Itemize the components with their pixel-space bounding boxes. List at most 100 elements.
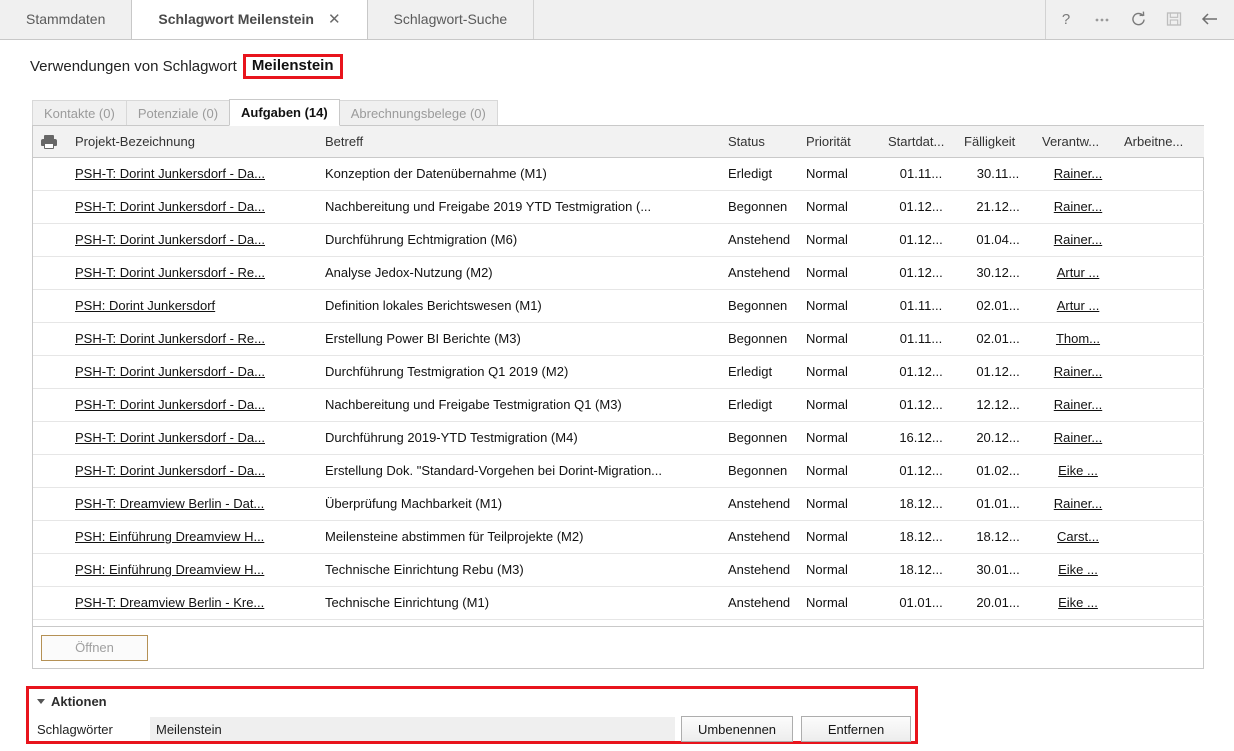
cell-projekt[interactable]: PSH-T: Dorint Junkersdorf - Da...	[65, 388, 315, 422]
cell-projekt[interactable]: PSH-T: Dorint Junkersdorf - Da...	[65, 223, 315, 257]
cell-verantwortlicher[interactable]: Carst...	[1032, 520, 1114, 554]
cell-projekt-link[interactable]: PSH-T: Dorint Junkersdorf - Da...	[75, 364, 265, 379]
cell-projekt-link[interactable]: PSH-T: Dorint Junkersdorf - Da...	[75, 463, 265, 478]
save-icon[interactable]	[1164, 9, 1184, 29]
cell-projekt[interactable]: PSH-T: Dorint Junkersdorf - Re...	[65, 256, 315, 290]
table-row[interactable]: PSH-T: Dorint Junkersdorf - Da... Durchfü…	[33, 355, 1204, 389]
cell-projekt-link[interactable]: PSH-T: Dorint Junkersdorf - Re...	[75, 331, 265, 346]
cell-verantwortlicher-link[interactable]: Carst...	[1057, 529, 1099, 544]
column-header-betreff[interactable]: Betreff	[315, 126, 718, 158]
cell-projekt-link[interactable]: PSH-T: Dreamview Berlin - Dat...	[75, 496, 264, 511]
cell-verantwortlicher-link[interactable]: Rainer...	[1054, 397, 1102, 412]
subtab-kontakte[interactable]: Kontakte (0)	[32, 100, 127, 126]
more-options-icon[interactable]	[1092, 9, 1112, 29]
cell-projekt-link[interactable]: PSH: Einführung Dreamview H...	[75, 529, 264, 544]
table-row[interactable]: PSH-T: Dreamview Berlin - Dat... Überprüf…	[33, 487, 1204, 521]
table-row[interactable]: PSH-T: Dorint Junkersdorf - Re... Erstell…	[33, 322, 1204, 356]
subtab-abrechnungsbelege[interactable]: Abrechnungsbelege (0)	[338, 100, 498, 126]
cell-verantwortlicher[interactable]: Artur ...	[1032, 289, 1114, 323]
cell-projekt[interactable]: PSH-T: Dorint Junkersdorf - Da...	[65, 454, 315, 488]
tab-stammdaten[interactable]: Stammdaten	[0, 0, 133, 39]
column-header-projekt[interactable]: Projekt-Bezeichnung	[65, 126, 315, 158]
back-arrow-icon[interactable]	[1200, 9, 1220, 29]
cell-verantwortlicher[interactable]: Thom...	[1032, 322, 1114, 356]
table-row[interactable]: PSH: Dorint Junkersdorf Definition lokale…	[33, 289, 1204, 323]
tab-schlagwort-meilenstein[interactable]: Schlagwort Meilenstein ✕	[131, 0, 368, 39]
table-row[interactable]: PSH-T: Dorint Junkersdorf - Da... Nachber…	[33, 388, 1204, 422]
table-row[interactable]: PSH: Einführung Dreamview H... Technische…	[33, 553, 1204, 587]
column-header-prioritaet[interactable]: Priorität	[796, 126, 878, 158]
rename-button[interactable]: Umbenennen	[681, 716, 793, 742]
cell-projekt-link[interactable]: PSH-T: Dorint Junkersdorf - Da...	[75, 430, 265, 445]
cell-projekt-link[interactable]: PSH-T: Dorint Junkersdorf - Da...	[75, 397, 265, 412]
cell-projekt-link[interactable]: PSH-T: Dorint Junkersdorf - Re...	[75, 265, 265, 280]
cell-projekt-link[interactable]: PSH: Einführung Dreamview H...	[75, 562, 264, 577]
cell-projekt-link[interactable]: PSH-T: Dorint Junkersdorf - Da...	[75, 232, 265, 247]
cell-verantwortlicher[interactable]: Eike ...	[1032, 553, 1114, 587]
cell-projekt-link[interactable]: PSH-T: Dreamview Berlin - Kre...	[75, 595, 264, 610]
column-header-verantwortlicher[interactable]: Verantw...	[1032, 126, 1114, 158]
cell-verantwortlicher-link[interactable]: Thom...	[1056, 331, 1100, 346]
cell-projekt-link[interactable]: PSH-T: Dorint Junkersdorf - Da...	[75, 166, 265, 181]
cell-projekt[interactable]: PSH-T: Dorint Junkersdorf - Da...	[65, 190, 315, 224]
subtab-potenziale[interactable]: Potenziale (0)	[125, 100, 231, 126]
column-header-status[interactable]: Status	[718, 126, 796, 158]
cell-verantwortlicher-link[interactable]: Rainer...	[1054, 232, 1102, 247]
cell-projekt-link[interactable]: PSH-T: Dorint Junkersdorf - Da...	[75, 199, 265, 214]
cell-verantwortlicher[interactable]: Rainer...	[1032, 421, 1114, 455]
column-header-faelligkeit[interactable]: Fälligkeit	[954, 126, 1032, 158]
cell-verantwortlicher-link[interactable]: Eike ...	[1058, 595, 1098, 610]
cell-verantwortlicher-link[interactable]: Artur ...	[1057, 265, 1100, 280]
cell-verantwortlicher[interactable]: Rainer...	[1032, 388, 1114, 422]
cell-projekt[interactable]: PSH-T: Dreamview Berlin - Dat...	[65, 487, 315, 521]
cell-verantwortlicher[interactable]: Rainer...	[1032, 487, 1114, 521]
cell-projekt[interactable]: PSH: Dorint Junkersdorf	[65, 289, 315, 323]
cell-verantwortlicher[interactable]: Rainer...	[1032, 157, 1114, 191]
remove-button[interactable]: Entfernen	[801, 716, 911, 742]
cell-verantwortlicher-link[interactable]: Rainer...	[1054, 496, 1102, 511]
actions-panel-title[interactable]: Aktionen	[37, 694, 107, 709]
table-row[interactable]: PSH-T: Dorint Junkersdorf - Da... Erstell…	[33, 454, 1204, 488]
table-row[interactable]: PSH-T: Dorint Junkersdorf - Da... Konzept…	[33, 157, 1204, 191]
cell-verantwortlicher-link[interactable]: Eike ...	[1058, 562, 1098, 577]
cell-verantwortlicher[interactable]: Rainer...	[1032, 223, 1114, 257]
column-header-startdatum[interactable]: Startdat...	[878, 126, 954, 158]
cell-verantwortlicher-link[interactable]: Rainer...	[1054, 199, 1102, 214]
cell-projekt[interactable]: PSH-T: Dreamview Berlin - Kre...	[65, 586, 315, 620]
printer-icon[interactable]	[41, 135, 57, 150]
table-row[interactable]: PSH-T: Dreamview Berlin - Kre... Technisc…	[33, 586, 1204, 620]
print-column-header[interactable]	[33, 126, 65, 158]
cell-projekt[interactable]: PSH-T: Dorint Junkersdorf - Da...	[65, 157, 315, 191]
column-header-arbeitnehmer[interactable]: Arbeitne...	[1114, 126, 1204, 158]
cell-verantwortlicher[interactable]: Rainer...	[1032, 355, 1114, 389]
schlagwoerter-input[interactable]: Meilenstein	[150, 717, 675, 741]
refresh-icon[interactable]	[1128, 9, 1148, 29]
table-row[interactable]: PSH-T: Dorint Junkersdorf - Da... Durchfü…	[33, 223, 1204, 257]
cell-verantwortlicher[interactable]: Artur ...	[1032, 256, 1114, 290]
open-button[interactable]: Öffnen	[41, 634, 148, 661]
cell-faelligkeit: 02.01...	[954, 322, 1032, 356]
cell-verantwortlicher-link[interactable]: Rainer...	[1054, 364, 1102, 379]
table-row[interactable]: PSH: Einführung Dreamview H... Meilenstei…	[33, 520, 1204, 554]
cell-projekt[interactable]: PSH: Einführung Dreamview H...	[65, 520, 315, 554]
tab-schlagwort-suche[interactable]: Schlagwort-Suche	[366, 0, 535, 39]
subtab-aufgaben[interactable]: Aufgaben (14)	[229, 99, 340, 126]
cell-projekt[interactable]: PSH-T: Dorint Junkersdorf - Da...	[65, 355, 315, 389]
cell-projekt-link[interactable]: PSH: Dorint Junkersdorf	[75, 298, 215, 313]
close-icon[interactable]: ✕	[328, 12, 341, 27]
cell-verantwortlicher[interactable]: Rainer...	[1032, 190, 1114, 224]
cell-verantwortlicher[interactable]: Eike ...	[1032, 586, 1114, 620]
cell-projekt[interactable]: PSH-T: Dorint Junkersdorf - Da...	[65, 421, 315, 455]
table-row[interactable]: PSH-T: Dorint Junkersdorf - Re... Analyse…	[33, 256, 1204, 290]
cell-verantwortlicher-link[interactable]: Artur ...	[1057, 298, 1100, 313]
cell-verantwortlicher-link[interactable]: Eike ...	[1058, 463, 1098, 478]
cell-verantwortlicher[interactable]: Eike ...	[1032, 454, 1114, 488]
cell-verantwortlicher-link[interactable]: Rainer...	[1054, 166, 1102, 181]
cell-verantwortlicher-link[interactable]: Rainer...	[1054, 430, 1102, 445]
chevron-down-icon[interactable]	[37, 699, 45, 704]
help-icon[interactable]: ?	[1056, 9, 1076, 29]
table-row[interactable]: PSH-T: Dorint Junkersdorf - Da... Durchfü…	[33, 421, 1204, 455]
table-row[interactable]: PSH-T: Dorint Junkersdorf - Da... Nachber…	[33, 190, 1204, 224]
cell-projekt[interactable]: PSH-T: Dorint Junkersdorf - Re...	[65, 322, 315, 356]
cell-projekt[interactable]: PSH: Einführung Dreamview H...	[65, 553, 315, 587]
